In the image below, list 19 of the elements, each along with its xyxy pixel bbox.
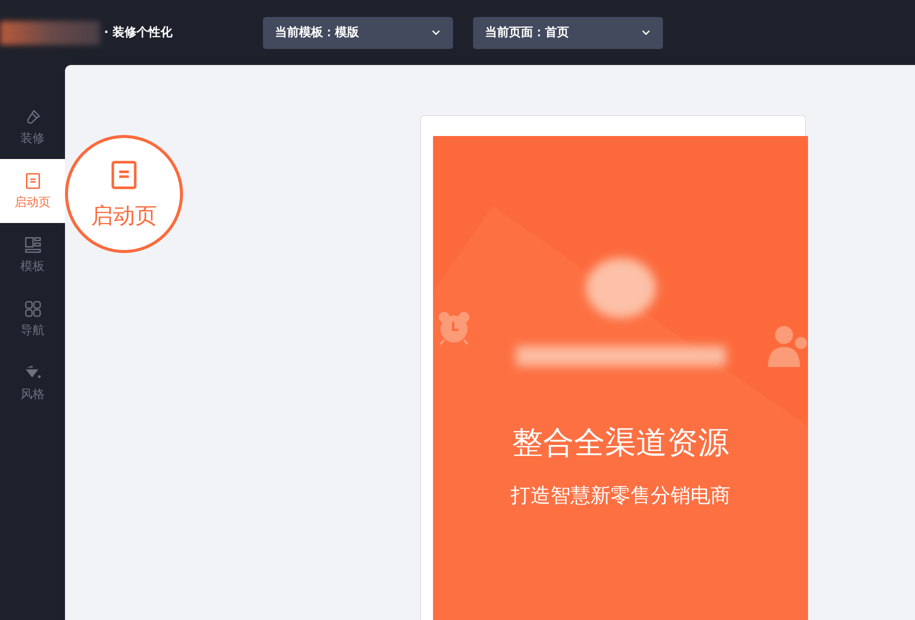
sidebar-item[interactable]: 模板: [0, 223, 65, 287]
callout-label: 启动页: [91, 203, 157, 231]
sidebar-item[interactable]: 启动页: [0, 159, 65, 223]
document-icon: [24, 172, 42, 190]
alarm-clock-icon: [436, 311, 472, 347]
blurred-logo: [586, 258, 656, 318]
dropdown[interactable]: 当前模板：模版: [263, 16, 453, 48]
layout-icon: [24, 236, 42, 254]
sidebar-item[interactable]: 装修: [0, 95, 65, 159]
chevron-down-icon: [641, 29, 651, 36]
headline: 整合全渠道资源: [512, 424, 729, 463]
subheadline: 打造智慧新零售分销电商: [510, 482, 730, 509]
dropdown[interactable]: 当前页面：首页: [473, 16, 663, 48]
chevron-down-icon: [431, 29, 441, 36]
sidebar-item[interactable]: 导航: [0, 287, 65, 351]
sidebar-item[interactable]: 风格: [0, 351, 65, 415]
grid-icon: [24, 300, 42, 318]
page-title: · 装修个性化: [104, 24, 173, 41]
user-icon: [768, 323, 808, 367]
